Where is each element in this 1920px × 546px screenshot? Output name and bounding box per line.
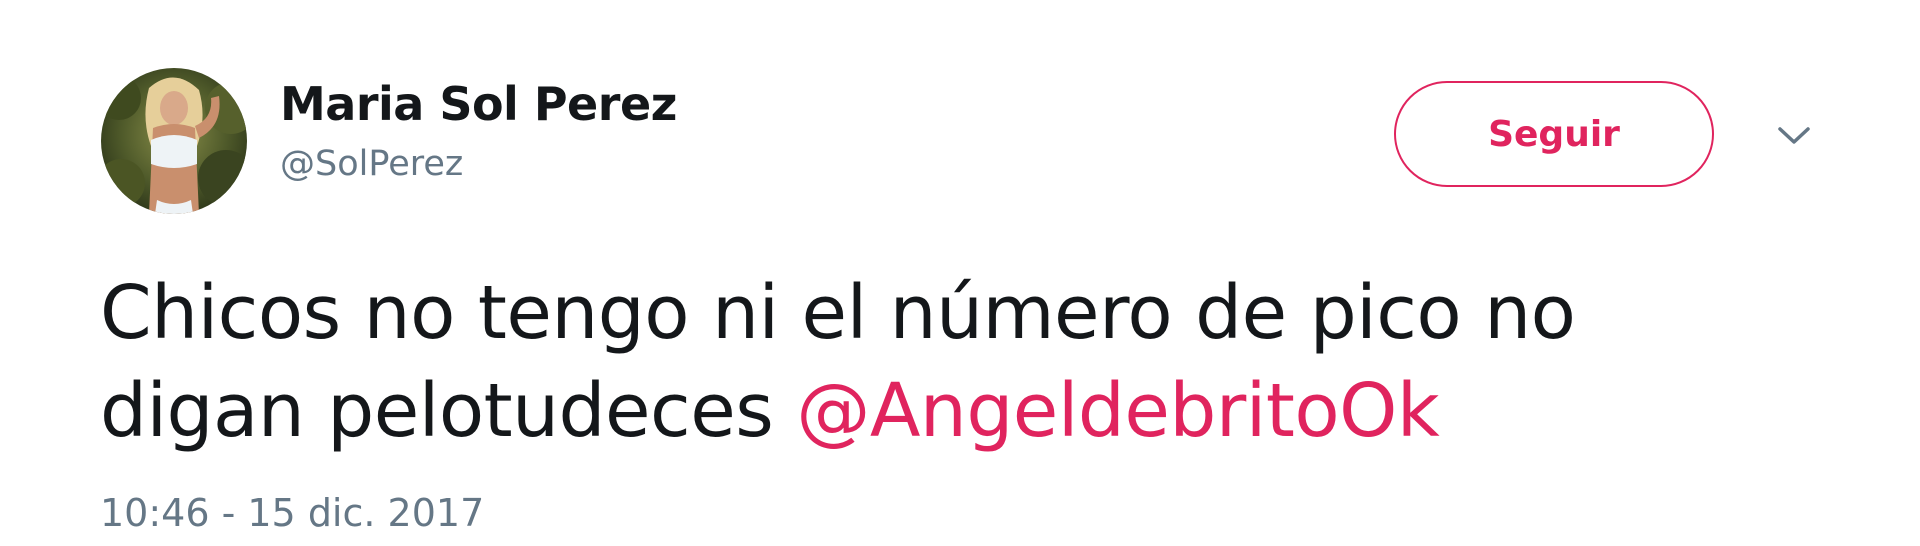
more-options-button[interactable] — [1774, 121, 1814, 151]
tweet-timestamp[interactable]: 10:46 - 15 dic. 2017 — [100, 490, 484, 536]
avatar[interactable] — [101, 68, 247, 214]
avatar-photo — [101, 68, 247, 214]
tweet-card: Maria Sol Perez @SolPerez Seguir Chicos … — [0, 0, 1920, 546]
tweet-text-line2: digan pelotudeces — [100, 368, 797, 454]
mention-link[interactable]: @AngeldebritoOk — [796, 368, 1439, 454]
tweet-text: Chicos no tengo ni el número de pico no d… — [100, 264, 1820, 460]
chevron-down-icon — [1778, 127, 1810, 144]
tweet-text-line1: Chicos no tengo ni el número de pico no — [100, 270, 1576, 356]
username[interactable]: @SolPerez — [280, 142, 677, 186]
follow-button[interactable]: Seguir — [1394, 81, 1714, 187]
display-name[interactable]: Maria Sol Perez — [280, 76, 677, 132]
user-info: Maria Sol Perez @SolPerez — [280, 76, 677, 186]
